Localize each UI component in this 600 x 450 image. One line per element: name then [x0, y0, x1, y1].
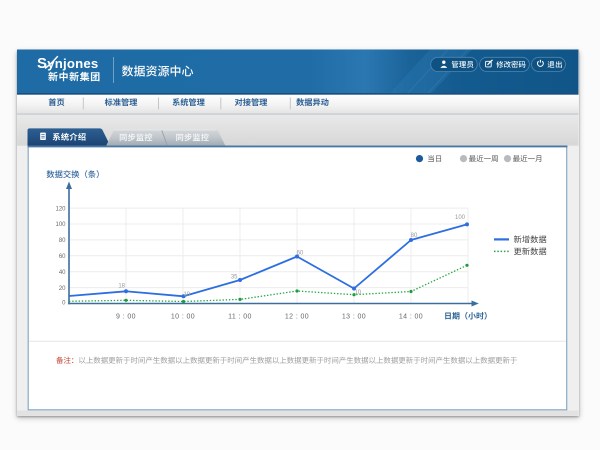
- svg-text:9 : 00: 9 : 00: [116, 314, 136, 321]
- svg-text:35: 35: [231, 275, 238, 281]
- svg-text:10 : 00: 10 : 00: [171, 314, 195, 321]
- svg-text:20: 20: [59, 286, 66, 292]
- svg-text:60: 60: [59, 254, 66, 260]
- svg-text:11 : 00: 11 : 00: [228, 314, 252, 321]
- svg-text:80: 80: [411, 233, 418, 239]
- svg-text:12 : 00: 12 : 00: [285, 314, 309, 321]
- svg-text:60: 60: [297, 251, 304, 257]
- svg-text:10: 10: [354, 290, 361, 296]
- svg-text:40: 40: [59, 270, 66, 276]
- svg-text:13 : 00: 13 : 00: [342, 314, 366, 321]
- svg-text:120: 120: [55, 206, 66, 212]
- svg-text:80: 80: [59, 238, 66, 244]
- svg-text:100: 100: [55, 222, 66, 228]
- svg-text:10: 10: [183, 292, 190, 298]
- svg-text:18: 18: [118, 284, 125, 290]
- svg-text:100: 100: [455, 215, 466, 221]
- svg-text:S: S: [37, 55, 47, 72]
- svg-text:14 : 00: 14 : 00: [399, 314, 423, 321]
- svg-text:ynjones: ynjones: [47, 56, 98, 71]
